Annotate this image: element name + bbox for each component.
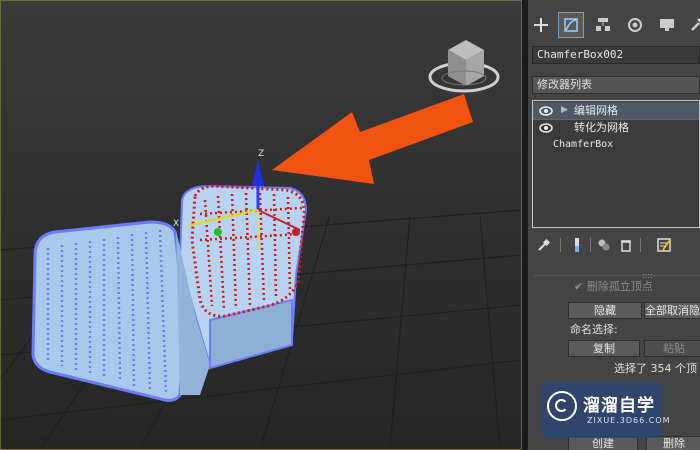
show-end-result-icon[interactable] xyxy=(569,236,585,254)
toolbar-divider xyxy=(560,238,561,252)
hierarchy-tab-icon[interactable] xyxy=(590,12,616,38)
create-button[interactable]: 创建 xyxy=(568,436,638,450)
checkbox-checkmark-icon: ✔ xyxy=(574,280,584,293)
object-name-field[interactable]: ChamferBox002 xyxy=(532,46,700,64)
stack-item-label: ChamferBox xyxy=(553,139,614,150)
modifier-stack[interactable]: ▶ 编辑网格 转化为网格 ChamferBox xyxy=(532,100,700,228)
copy-button[interactable]: 复制 xyxy=(568,340,640,357)
expand-triangle-icon[interactable]: ▶ xyxy=(561,102,568,119)
stack-item-label: 编辑网格 xyxy=(574,104,618,117)
delete-isolated-vertices-checkbox[interactable]: ✔ 删除孤立顶点 xyxy=(574,278,653,294)
remove-modifier-icon[interactable] xyxy=(618,236,634,254)
gizmo-axis-z-label: Z xyxy=(258,149,264,159)
hide-button[interactable]: 隐藏 xyxy=(568,302,642,319)
unhide-all-button[interactable]: 全部取消隐藏 xyxy=(644,302,700,319)
annotation-arrow xyxy=(272,94,473,184)
make-unique-icon[interactable] xyxy=(596,236,612,254)
stack-item-edit-mesh[interactable]: ▶ 编辑网格 xyxy=(533,102,699,120)
selection-status: 选择了 354 个顶 xyxy=(614,362,697,375)
display-tab-icon[interactable] xyxy=(654,12,680,38)
paste-button: 粘贴 xyxy=(644,340,700,357)
configure-modifier-sets-icon[interactable] xyxy=(656,236,672,254)
pin-stack-icon[interactable] xyxy=(536,236,552,254)
watermark-subtitle: ZIXUE.3D66.COM xyxy=(587,416,671,425)
gizmo-axis-x-label: X xyxy=(173,219,179,229)
viewport-scene: Z X xyxy=(0,40,522,450)
stack-item-label: 转化为网格 xyxy=(574,121,629,134)
utilities-tab-icon[interactable] xyxy=(684,12,700,38)
watermark-title: 溜溜自学 xyxy=(583,396,655,416)
delete-button[interactable]: 删除 xyxy=(646,436,700,450)
checkbox-label: 删除孤立顶点 xyxy=(586,280,653,293)
watermark: 溜溜自学 ZIXUE.3D66.COM xyxy=(541,382,670,438)
watermark-logo-icon xyxy=(547,391,577,421)
toolbar-divider xyxy=(590,238,591,252)
command-panel-tabs xyxy=(528,8,700,42)
rollout-separator xyxy=(534,275,700,276)
modifier-stack-toolbar xyxy=(536,236,700,254)
view-cube-icon[interactable] xyxy=(428,40,500,93)
named-selection-label: 命名选择: xyxy=(570,323,618,336)
viewport-perspective[interactable]: Z X xyxy=(0,0,522,450)
motion-tab-icon[interactable] xyxy=(622,12,648,38)
create-tab-icon[interactable] xyxy=(528,12,554,38)
modifier-list-dropdown[interactable]: 修改器列表 xyxy=(532,76,700,94)
modify-tab-icon[interactable] xyxy=(558,12,584,38)
stack-item-convert-to-mesh[interactable]: 转化为网格 xyxy=(533,119,699,136)
stack-item-chamferbox[interactable]: ChamferBox xyxy=(533,136,699,153)
toolbar-divider xyxy=(640,238,641,252)
